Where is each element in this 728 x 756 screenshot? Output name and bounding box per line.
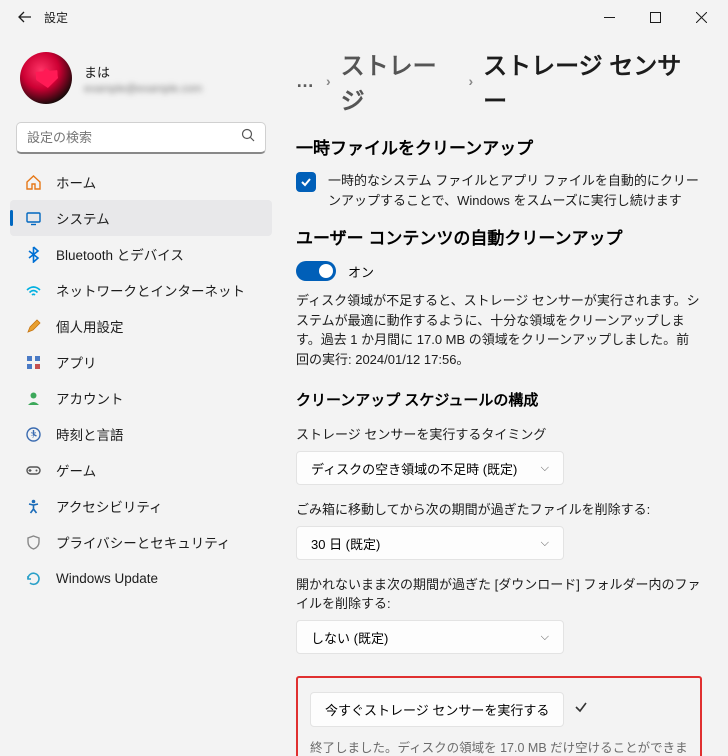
accessibility-icon: [24, 497, 42, 515]
nav-item-gaming[interactable]: ゲーム: [10, 452, 272, 488]
nav: ホーム システム Bluetooth とデバイス ネットワークとインターネット …: [10, 164, 272, 596]
dropdown-value: しない (既定): [311, 628, 388, 647]
chevron-down-icon: ⌵: [541, 462, 549, 475]
wifi-icon: [24, 281, 42, 299]
svg-text:字: 字: [30, 431, 36, 439]
timing-label: ストレージ センサーを実行するタイミング: [296, 424, 702, 443]
person-icon: [24, 389, 42, 407]
nav-label: ネットワークとインターネット: [56, 280, 245, 300]
bluetooth-icon: [24, 245, 42, 263]
run-now-box: 今すぐストレージ センサーを実行する 終了しました。ディスクの領域を 17.0 …: [296, 676, 702, 756]
nav-label: 個人用設定: [56, 316, 124, 336]
chevron-right-icon: ›: [326, 73, 331, 89]
nav-label: ゲーム: [56, 460, 96, 480]
schedule-title: クリーンアップ スケジュールの構成: [296, 389, 702, 410]
auto-cleanup-desc: ディスク領域が不足すると、ストレージ センサーが実行されます。システムが最適に動…: [296, 291, 702, 369]
minimize-button[interactable]: [586, 2, 632, 32]
downloads-label: 開かれないまま次の期間が過ぎた [ダウンロード] フォルダー内のファイルを削除す…: [296, 574, 702, 612]
nav-label: アカウント: [56, 388, 124, 408]
breadcrumb-storage[interactable]: ストレージ: [341, 46, 459, 116]
back-button[interactable]: [18, 10, 32, 24]
nav-label: アクセシビリティ: [56, 496, 163, 516]
profile-email: example@example.com: [84, 83, 202, 95]
gamepad-icon: [24, 461, 42, 479]
titlebar: 設定: [0, 0, 728, 34]
recycle-label: ごみ箱に移動してから次の期間が過ぎたファイルを削除する:: [296, 499, 702, 518]
nav-label: ホーム: [56, 172, 96, 192]
breadcrumb-overflow[interactable]: …: [296, 71, 316, 92]
nav-label: Bluetooth とデバイス: [56, 244, 184, 264]
nav-item-accessibility[interactable]: アクセシビリティ: [10, 488, 272, 524]
timing-dropdown[interactable]: ディスクの空き領域の不足時 (既定) ⌵: [296, 451, 564, 485]
temp-cleanup-text: 一時的なシステム ファイルとアプリ ファイルを自動的にクリーンアップすることで、…: [328, 171, 702, 210]
nav-item-time[interactable]: 字 時刻と言語: [10, 416, 272, 452]
downloads-dropdown[interactable]: しない (既定) ⌵: [296, 620, 564, 654]
nav-item-privacy[interactable]: プライバシーとセキュリティ: [10, 524, 272, 560]
run-status: 終了しました。ディスクの領域を 17.0 MB だけ空けることができました。: [310, 737, 688, 756]
check-icon: [574, 700, 588, 719]
profile[interactable]: まは example@example.com: [10, 34, 272, 116]
close-button[interactable]: [678, 2, 724, 32]
toggle-label: オン: [348, 262, 374, 281]
system-icon: [24, 209, 42, 227]
brush-icon: [24, 317, 42, 335]
search-field[interactable]: [27, 130, 241, 145]
breadcrumb-current: ストレージ センサー: [483, 46, 702, 116]
window-title: 設定: [44, 9, 68, 26]
search-icon: [241, 128, 255, 147]
nav-label: Windows Update: [56, 571, 158, 586]
nav-item-system[interactable]: システム: [10, 200, 272, 236]
temp-cleanup-checkbox[interactable]: [296, 172, 316, 192]
nav-item-apps[interactable]: アプリ: [10, 344, 272, 380]
nav-label: システム: [56, 208, 110, 228]
nav-label: 時刻と言語: [56, 424, 124, 444]
auto-cleanup-toggle[interactable]: [296, 261, 336, 281]
dropdown-value: 30 日 (既定): [311, 534, 380, 553]
apps-icon: [24, 353, 42, 371]
recycle-dropdown[interactable]: 30 日 (既定) ⌵: [296, 526, 564, 560]
profile-name: まは: [84, 62, 202, 81]
dropdown-value: ディスクの空き領域の不足時 (既定): [311, 459, 517, 478]
chevron-down-icon: ⌵: [541, 537, 549, 550]
check-icon: [300, 176, 312, 188]
breadcrumb: … › ストレージ › ストレージ センサー: [296, 46, 702, 116]
chevron-right-icon: ›: [468, 73, 473, 89]
chevron-down-icon: ⌵: [541, 631, 549, 644]
search-input[interactable]: [16, 122, 266, 154]
main-content: … › ストレージ › ストレージ センサー 一時ファイルをクリーンアップ 一時…: [282, 34, 728, 756]
maximize-button[interactable]: [632, 2, 678, 32]
nav-label: アプリ: [56, 352, 97, 372]
auto-cleanup-title: ユーザー コンテンツの自動クリーンアップ: [296, 224, 702, 249]
avatar: [20, 52, 72, 104]
nav-item-bluetooth[interactable]: Bluetooth とデバイス: [10, 236, 272, 272]
update-icon: [24, 569, 42, 587]
home-icon: [24, 173, 42, 191]
nav-item-home[interactable]: ホーム: [10, 164, 272, 200]
temp-cleanup-title: 一時ファイルをクリーンアップ: [296, 134, 702, 159]
nav-item-windows-update[interactable]: Windows Update: [10, 560, 272, 596]
sidebar: まは example@example.com ホーム システム Bluetoot…: [0, 34, 282, 756]
shield-icon: [24, 533, 42, 551]
nav-item-network[interactable]: ネットワークとインターネット: [10, 272, 272, 308]
nav-item-accounts[interactable]: アカウント: [10, 380, 272, 416]
nav-item-personalization[interactable]: 個人用設定: [10, 308, 272, 344]
nav-label: プライバシーとセキュリティ: [56, 532, 230, 552]
run-now-button[interactable]: 今すぐストレージ センサーを実行する: [310, 692, 564, 727]
clock-icon: 字: [24, 425, 42, 443]
